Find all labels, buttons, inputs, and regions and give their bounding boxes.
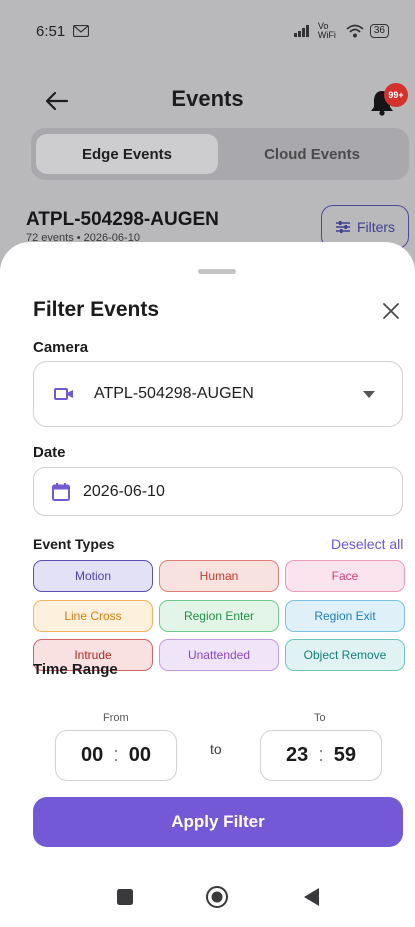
event-type-chip[interactable]: Object Remove bbox=[285, 639, 405, 671]
status-time: 6:51 bbox=[36, 22, 66, 40]
page-title: Events bbox=[171, 86, 244, 111]
video-camera-icon bbox=[54, 388, 73, 400]
apply-filter-button[interactable]: Apply Filter bbox=[33, 797, 403, 847]
tab-edge-events[interactable]: Edge Events bbox=[36, 134, 218, 174]
date-field[interactable]: 2026-06-10 bbox=[33, 467, 403, 516]
tab-cloud-events[interactable]: Cloud Events bbox=[221, 134, 403, 174]
to-caption: To bbox=[314, 712, 326, 724]
camera-select-value: ATPL-504298-AUGEN bbox=[94, 385, 254, 402]
wifi-icon bbox=[346, 24, 364, 38]
battery-indicator: 36 bbox=[369, 24, 389, 38]
sheet-title: Filter Events bbox=[33, 298, 160, 321]
to-minute[interactable]: 59 bbox=[334, 744, 356, 767]
from-minute[interactable]: 00 bbox=[129, 744, 151, 767]
filters-button-label: Filters bbox=[356, 219, 396, 235]
app-bar: Events 99+ bbox=[0, 78, 415, 128]
from-caption: From bbox=[103, 712, 129, 724]
event-type-chip[interactable]: Line Cross bbox=[33, 600, 153, 632]
to-time-separator: : bbox=[318, 744, 324, 766]
sliders-icon bbox=[335, 221, 350, 233]
event-type-chip[interactable]: Face bbox=[285, 560, 405, 592]
camera-label: Camera bbox=[33, 339, 89, 356]
date-label: Date bbox=[33, 444, 66, 461]
close-icon[interactable] bbox=[380, 300, 402, 322]
event-type-chip[interactable]: Region Exit bbox=[285, 600, 405, 632]
system-navigation-bar bbox=[0, 872, 415, 927]
back-nav-icon[interactable] bbox=[302, 887, 320, 907]
home-icon[interactable] bbox=[205, 885, 229, 909]
vowifi-label: Vo WiFi bbox=[317, 21, 336, 40]
from-hour[interactable]: 00 bbox=[81, 744, 103, 767]
from-time-picker[interactable]: 00 : 00 bbox=[55, 730, 177, 781]
event-type-chip[interactable]: Motion bbox=[33, 560, 153, 592]
status-bar: 6:51 Vo WiFi 36 bbox=[0, 0, 415, 62]
time-range-label: Time Range bbox=[33, 661, 118, 678]
time-range-to-word: to bbox=[210, 741, 222, 757]
camera-select[interactable]: ATPL-504298-AUGEN bbox=[33, 361, 403, 427]
to-hour[interactable]: 23 bbox=[286, 744, 308, 767]
event-type-chip[interactable]: Human bbox=[159, 560, 279, 592]
recent-apps-icon[interactable] bbox=[117, 889, 133, 905]
to-time-picker[interactable]: 23 : 59 bbox=[260, 730, 382, 781]
from-time-separator: : bbox=[113, 744, 119, 766]
events-segmented-control: Edge Events Cloud Events bbox=[31, 128, 409, 180]
signal-icon bbox=[293, 25, 309, 37]
sheet-drag-handle[interactable] bbox=[198, 269, 236, 274]
gmail-icon bbox=[73, 25, 90, 37]
event-type-chip[interactable]: Region Enter bbox=[159, 600, 279, 632]
dropdown-caret-icon bbox=[363, 391, 375, 398]
calendar-icon bbox=[52, 482, 70, 501]
date-value: 2026-06-10 bbox=[83, 482, 165, 500]
camera-name-heading: ATPL-504298-AUGEN bbox=[26, 209, 219, 230]
event-type-chip[interactable]: Unattended bbox=[159, 639, 279, 671]
filter-bottom-sheet: Filter Events Camera ATPL-504298-AUGEN D… bbox=[0, 242, 415, 927]
deselect-all-link[interactable]: Deselect all bbox=[331, 536, 403, 552]
notification-badge: 99+ bbox=[384, 83, 408, 107]
event-types-label: Event Types bbox=[33, 536, 115, 552]
